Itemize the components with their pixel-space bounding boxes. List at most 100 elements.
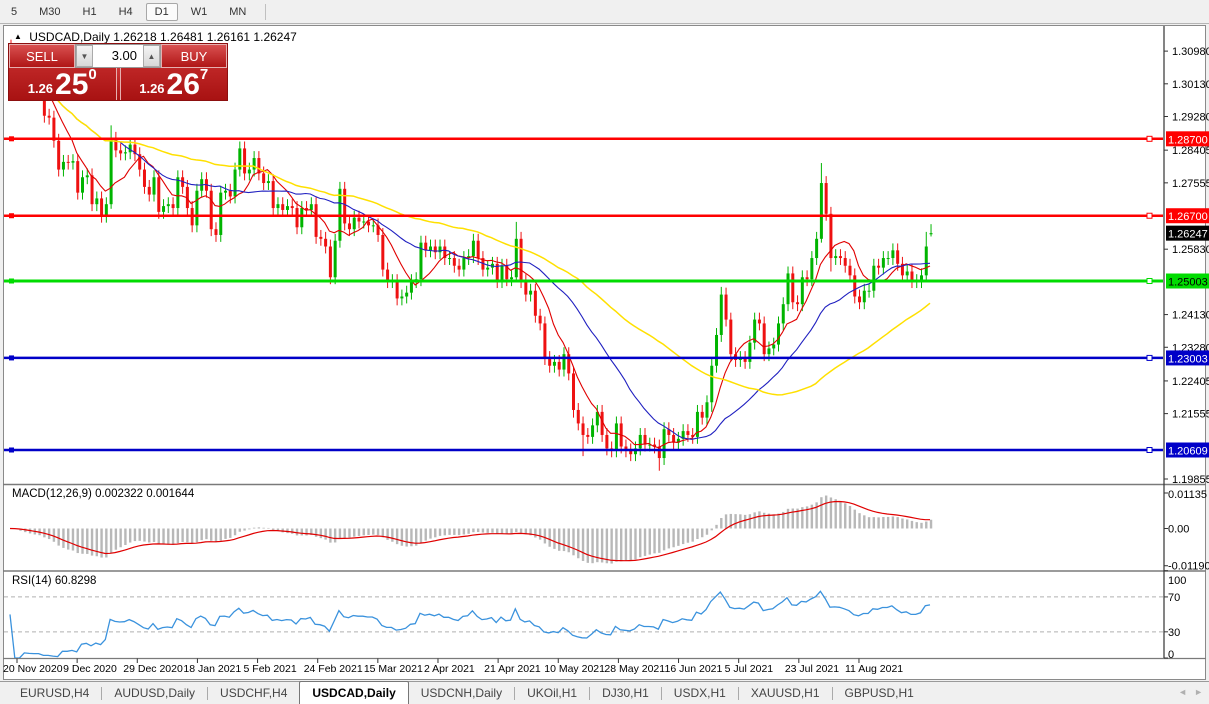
- tabs-scroll-left-icon[interactable]: ◄: [1178, 687, 1187, 697]
- hline-right-marker: [1147, 448, 1152, 453]
- date-label[interactable]: 23 Jul 2021: [785, 663, 839, 675]
- volume-up-icon[interactable]: ▲: [143, 45, 160, 67]
- hline-right-marker: [1147, 213, 1152, 218]
- date-label[interactable]: 21 Apr 2021: [484, 663, 541, 675]
- sell-button[interactable]: SELL: [9, 44, 75, 68]
- date-label[interactable]: 2 Apr 2021: [424, 663, 475, 675]
- ohlc-values: 1.26218 1.26481 1.26161 1.26247: [113, 30, 297, 44]
- macd-panel: [10, 496, 931, 564]
- candle-body: [543, 323, 546, 358]
- tab-dj30-h1[interactable]: DJ30,H1: [590, 683, 661, 704]
- candle-body: [210, 191, 213, 229]
- date-label[interactable]: 16 Jun 2021: [665, 663, 723, 675]
- date-label[interactable]: 9 Dec 2020: [63, 663, 117, 675]
- candle-body: [143, 170, 146, 187]
- rsi-tick-label: 0: [1168, 649, 1174, 661]
- chart-canvas[interactable]: 1.309801.301301.292801.284051.275551.258…: [0, 0, 1209, 704]
- tab-usdchf-h4[interactable]: USDCHF,H4: [208, 683, 299, 704]
- candle-body: [110, 139, 113, 204]
- candle-body: [644, 435, 647, 445]
- candle-body: [52, 118, 55, 141]
- price-badge-label: 1.26247: [1168, 229, 1208, 241]
- candle-body: [605, 435, 608, 448]
- candle-body: [400, 297, 403, 299]
- moving-average-24: [10, 56, 930, 439]
- candle-body: [396, 281, 399, 298]
- candle-body: [167, 204, 170, 206]
- date-label[interactable]: 10 May 2021: [544, 663, 605, 675]
- candle-body: [872, 266, 875, 291]
- candle-body: [48, 116, 51, 118]
- price-tick-label: 1.29280: [1172, 112, 1209, 124]
- tab-eurusd-h4[interactable]: EURUSD,H4: [8, 683, 101, 704]
- candle-body: [119, 150, 122, 153]
- price-tick-label: 1.28405: [1172, 145, 1209, 157]
- date-label[interactable]: 29 Dec 2020: [123, 663, 183, 675]
- candle-body: [486, 268, 489, 270]
- hline-left-marker: [9, 355, 14, 360]
- tab-xauusd-h1[interactable]: XAUUSD,H1: [739, 683, 832, 704]
- sell-price[interactable]: 1.26 25 0: [9, 68, 117, 100]
- buy-button[interactable]: BUY: [161, 44, 227, 68]
- candle-body: [863, 291, 866, 303]
- candle-body: [853, 275, 856, 296]
- candle-body: [262, 173, 265, 183]
- candle-body: [615, 423, 618, 450]
- buy-price[interactable]: 1.26 26 7: [120, 68, 228, 100]
- candle-body: [558, 362, 561, 370]
- hline-left-marker: [9, 448, 14, 453]
- tab-gbpusd-h1[interactable]: GBPUSD,H1: [833, 683, 926, 704]
- hline-right-marker: [1147, 355, 1152, 360]
- candle-body: [81, 177, 84, 192]
- candle-body: [257, 158, 260, 173]
- date-label[interactable]: 24 Feb 2021: [304, 663, 363, 675]
- candle-body: [267, 181, 270, 183]
- candle-body: [291, 206, 294, 208]
- candle-body: [887, 258, 890, 259]
- date-label[interactable]: 20 Nov 2020: [3, 663, 63, 675]
- candle-body: [386, 270, 389, 282]
- price-tick-label: 1.30130: [1172, 79, 1209, 91]
- candle-body: [701, 412, 704, 418]
- date-label[interactable]: 18 Jan 2021: [183, 663, 241, 675]
- candle-body: [310, 204, 313, 210]
- date-label[interactable]: 5 Jul 2021: [725, 663, 774, 675]
- candle-body: [510, 277, 513, 279]
- candle-body: [582, 423, 585, 435]
- candle-body: [825, 183, 828, 214]
- candle-body: [820, 183, 823, 239]
- candle-body: [806, 277, 809, 279]
- date-label[interactable]: 11 Aug 2021: [845, 663, 903, 675]
- candle-body: [243, 148, 246, 173]
- rsi-value: 60.8298: [55, 575, 97, 587]
- candle-body: [429, 247, 432, 251]
- tab-usdx-h1[interactable]: USDX,H1: [662, 683, 738, 704]
- volume-down-icon[interactable]: ▼: [76, 45, 93, 67]
- candle-body: [76, 161, 79, 193]
- date-label[interactable]: 5 Feb 2021: [244, 663, 297, 675]
- tab-usdcad-daily[interactable]: USDCAD,Daily: [299, 681, 408, 704]
- candle-body: [86, 175, 89, 177]
- chart-tab-bar: ◄ ► EURUSD,H4AUDUSD,DailyUSDCHF,H4USDCAD…: [0, 681, 1209, 704]
- candle-body: [877, 266, 880, 268]
- candle-body: [858, 297, 861, 303]
- volume-field[interactable]: 3.00: [93, 45, 143, 67]
- tab-audusd-daily[interactable]: AUDUSD,Daily: [102, 683, 207, 704]
- hline-left-marker: [9, 279, 14, 284]
- candle-body: [253, 158, 256, 170]
- price-tick-label: 1.21555: [1172, 409, 1209, 421]
- candle-body: [334, 241, 337, 278]
- candle-body: [562, 354, 565, 369]
- candle-body: [834, 256, 837, 258]
- symbol-name: USDCAD,Daily: [29, 30, 110, 44]
- candle-body: [524, 281, 527, 294]
- tabs-scroll-right-icon[interactable]: ►: [1194, 687, 1203, 697]
- date-label[interactable]: 15 Mar 2021: [364, 663, 423, 675]
- tab-usdcnh-daily[interactable]: USDCNH,Daily: [409, 683, 514, 704]
- candle-body: [324, 239, 327, 247]
- candle-body: [214, 229, 217, 235]
- candle-body: [357, 218, 360, 222]
- collapse-triangle-icon[interactable]: ▲: [14, 32, 22, 41]
- tab-ukoil-h1[interactable]: UKOil,H1: [515, 683, 589, 704]
- date-label[interactable]: 28 May 2021: [604, 663, 665, 675]
